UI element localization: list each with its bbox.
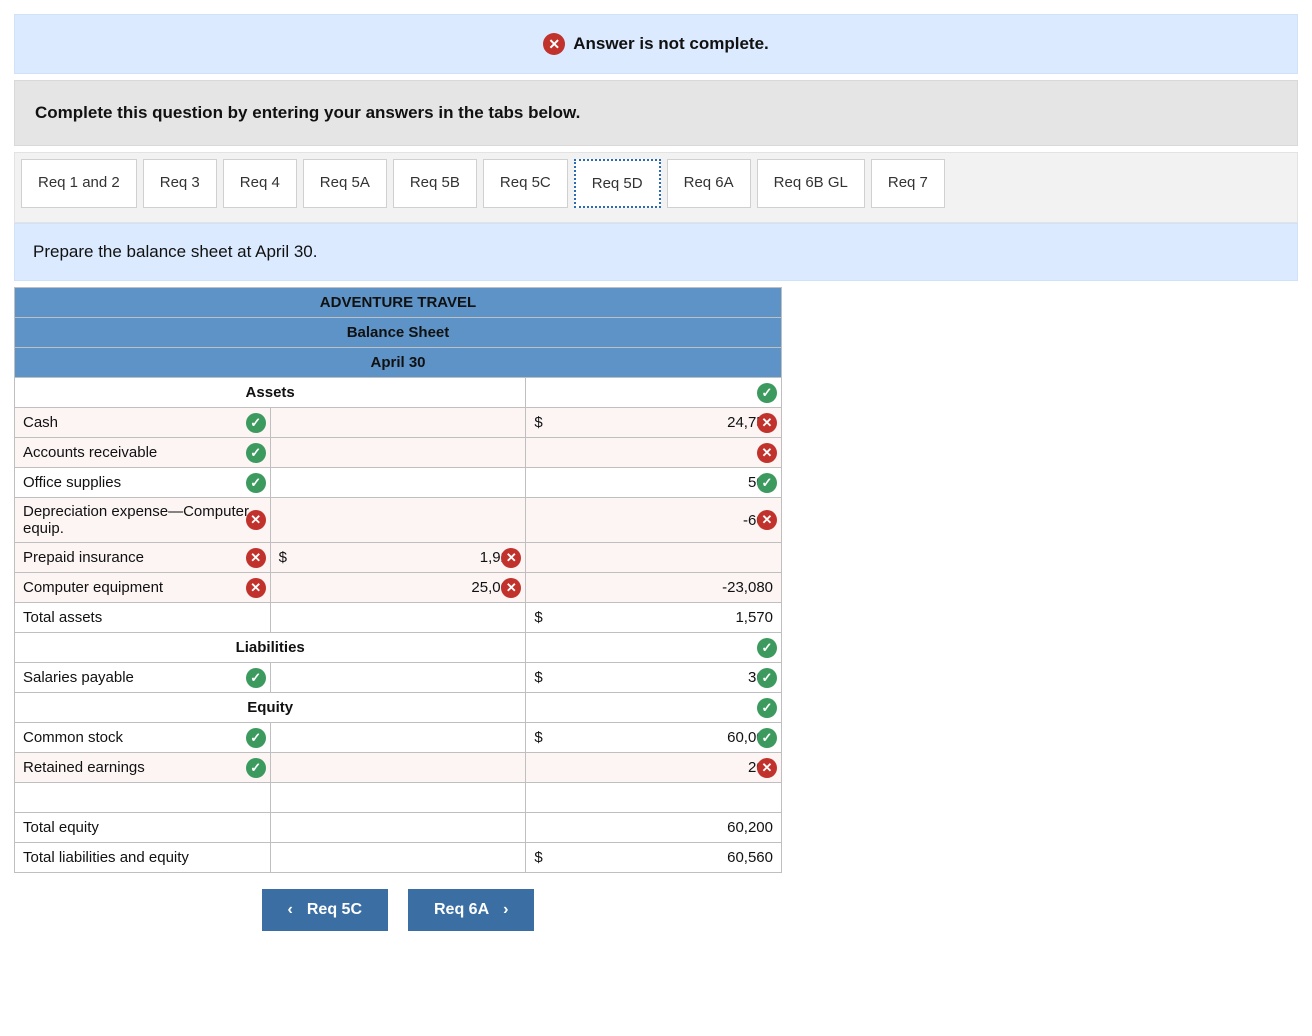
check-icon: ✓ — [757, 698, 777, 718]
row-label[interactable] — [15, 783, 271, 813]
row-value[interactable]: -600✕ — [526, 498, 782, 543]
row-label[interactable]: Cash✓ — [15, 408, 271, 438]
row-value[interactable]: 60,200 — [526, 813, 782, 843]
tab-req-1-and-2[interactable]: Req 1 and 2 — [21, 159, 137, 208]
x-icon: ✕ — [246, 548, 266, 568]
next-button-label: Req 6A — [434, 901, 489, 919]
row-mid-value[interactable] — [270, 783, 526, 813]
check-icon: ✓ — [246, 668, 266, 688]
tab-req-5d[interactable]: Req 5D — [574, 159, 661, 208]
prev-button-label: Req 5C — [307, 901, 362, 919]
tab-req-5b[interactable]: Req 5B — [393, 159, 477, 208]
status-banner: ✕ Answer is not complete. — [14, 14, 1298, 74]
row-mid-value[interactable] — [270, 498, 526, 543]
tab-req-5c[interactable]: Req 5C — [483, 159, 568, 208]
section-header: Equity — [15, 693, 526, 723]
row-value[interactable]: $60,000✓ — [526, 723, 782, 753]
tab-req-4[interactable]: Req 4 — [223, 159, 297, 208]
row-value[interactable]: $24,750✕ — [526, 408, 782, 438]
row-value[interactable]: -23,080 — [526, 573, 782, 603]
tab-row: Req 1 and 2Req 3Req 4Req 5AReq 5BReq 5CR… — [14, 152, 1298, 223]
row-label[interactable]: Total liabilities and equity — [15, 843, 271, 873]
row-mid-value[interactable] — [270, 603, 526, 633]
row-label[interactable]: Total equity — [15, 813, 271, 843]
row-value[interactable]: $1,570 — [526, 603, 782, 633]
tab-req-6b-gl[interactable]: Req 6B GL — [757, 159, 865, 208]
tab-req-3[interactable]: Req 3 — [143, 159, 217, 208]
x-icon: ✕ — [757, 413, 777, 433]
x-icon: ✕ — [246, 578, 266, 598]
row-value[interactable]: $60,560 — [526, 843, 782, 873]
row-mid-value[interactable] — [270, 408, 526, 438]
row-mid-value[interactable] — [270, 663, 526, 693]
check-icon: ✓ — [246, 758, 266, 778]
row-value[interactable]: 500✓ — [526, 468, 782, 498]
check-icon: ✓ — [246, 413, 266, 433]
row-label[interactable]: Depreciation expense—Computer equip.✕ — [15, 498, 271, 543]
status-banner-text: Answer is not complete. — [573, 34, 769, 54]
prev-button[interactable]: ‹ Req 5C — [262, 889, 388, 931]
row-mid-value[interactable] — [270, 438, 526, 468]
row-label[interactable]: Total assets — [15, 603, 271, 633]
section-header: Liabilities — [15, 633, 526, 663]
x-icon: ✕ — [501, 548, 521, 568]
x-icon: ✕ — [246, 510, 266, 530]
question-prompt: Prepare the balance sheet at April 30. — [14, 223, 1298, 281]
row-label[interactable]: Office supplies✓ — [15, 468, 271, 498]
row-mid-value[interactable] — [270, 753, 526, 783]
row-label[interactable]: Accounts receivable✓ — [15, 438, 271, 468]
section-header: Assets — [15, 378, 526, 408]
x-icon: ✕ — [501, 578, 521, 598]
row-value[interactable] — [526, 543, 782, 573]
tab-req-7[interactable]: Req 7 — [871, 159, 945, 208]
row-value[interactable] — [526, 783, 782, 813]
instruction-bar: Complete this question by entering your … — [14, 80, 1298, 146]
row-value[interactable]: 200✕ — [526, 753, 782, 783]
check-icon: ✓ — [246, 728, 266, 748]
check-icon: ✓ — [757, 638, 777, 658]
check-icon: ✓ — [246, 443, 266, 463]
chevron-left-icon: ‹ — [288, 901, 293, 919]
row-label[interactable]: Common stock✓ — [15, 723, 271, 753]
row-value[interactable]: 0✕ — [526, 438, 782, 468]
check-icon: ✓ — [757, 473, 777, 493]
x-icon: ✕ — [757, 510, 777, 530]
row-label[interactable]: Prepaid insurance✕ — [15, 543, 271, 573]
row-mid-value[interactable]: $1,920✕ — [270, 543, 526, 573]
row-mid-value[interactable] — [270, 813, 526, 843]
row-mid-value[interactable]: 25,000✕ — [270, 573, 526, 603]
check-icon: ✓ — [757, 383, 777, 403]
row-label[interactable]: Computer equipment✕ — [15, 573, 271, 603]
chevron-right-icon: › — [503, 901, 508, 919]
row-mid-value[interactable] — [270, 468, 526, 498]
row-value[interactable]: $360✓ — [526, 663, 782, 693]
date-header: April 30 — [15, 348, 782, 378]
title-header: Balance Sheet — [15, 318, 782, 348]
row-mid-value[interactable] — [270, 843, 526, 873]
next-button[interactable]: Req 6A › — [408, 889, 534, 931]
tab-req-5a[interactable]: Req 5A — [303, 159, 387, 208]
check-icon: ✓ — [757, 668, 777, 688]
check-icon: ✓ — [757, 728, 777, 748]
x-icon: ✕ — [757, 443, 777, 463]
nav-buttons: ‹ Req 5C Req 6A › — [14, 889, 782, 931]
tab-req-6a[interactable]: Req 6A — [667, 159, 751, 208]
x-icon: ✕ — [543, 33, 565, 55]
x-icon: ✕ — [757, 758, 777, 778]
balance-sheet-table: ADVENTURE TRAVELBalance SheetApril 30Ass… — [14, 287, 782, 873]
row-mid-value[interactable] — [270, 723, 526, 753]
row-label[interactable]: Retained earnings✓ — [15, 753, 271, 783]
company-header: ADVENTURE TRAVEL — [15, 288, 782, 318]
row-label[interactable]: Salaries payable✓ — [15, 663, 271, 693]
check-icon: ✓ — [246, 473, 266, 493]
